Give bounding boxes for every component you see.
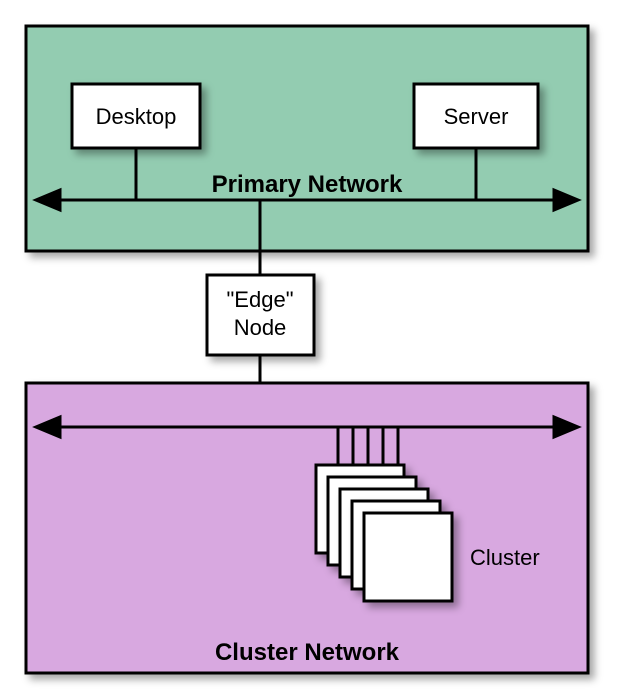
primary-network-panel: Desktop Server Primary Network [26,26,588,251]
edge-node-label-line1: "Edge" [227,287,294,312]
network-diagram: Desktop Server Primary Network "Edge" No… [0,0,623,689]
cluster-network-panel: Cluster Cluster Network [26,383,588,673]
edge-node: "Edge" Node [207,275,314,355]
primary-network-label: Primary Network [212,171,403,198]
cluster-network-label: Cluster Network [215,639,400,666]
cluster-label: Cluster [470,545,540,570]
edge-node-label-line2: Node [234,315,287,340]
server-label: Server [444,104,509,129]
desktop-label: Desktop [96,104,177,129]
